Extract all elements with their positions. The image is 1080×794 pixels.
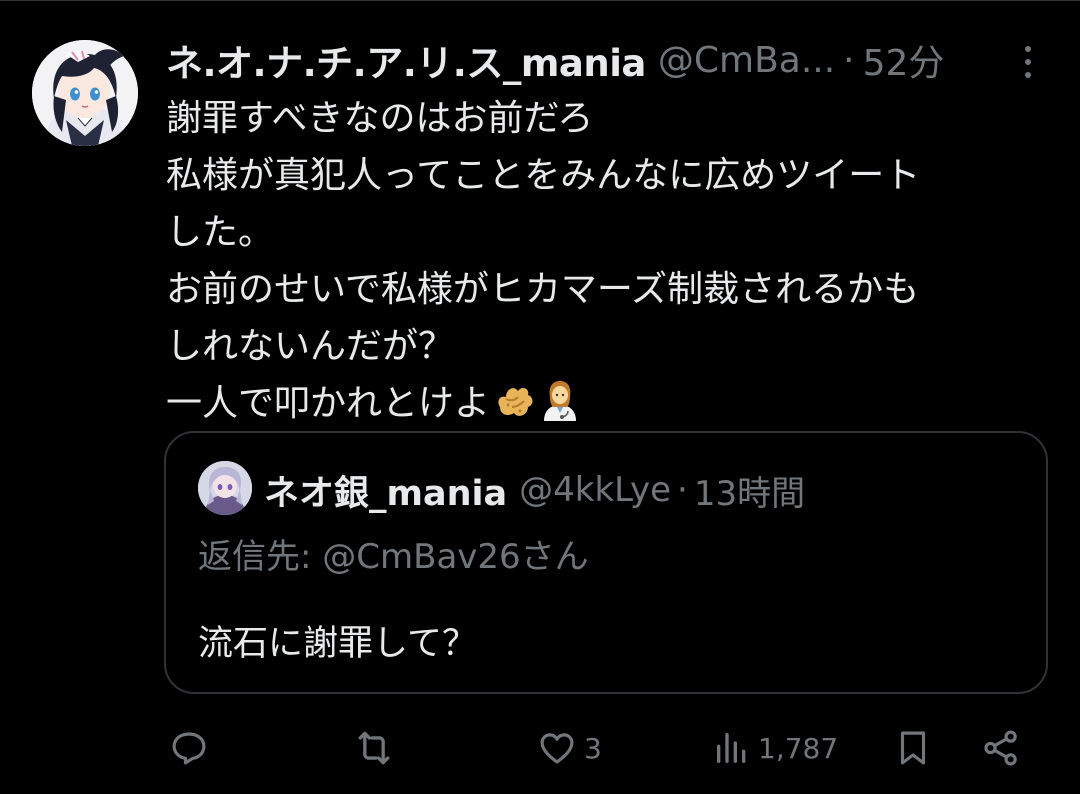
quoted-tweet-header: ネオ銀_mania @4kkLye · 13時間 [264, 465, 805, 515]
more-dot [1025, 46, 1031, 52]
retweet-button[interactable] [352, 716, 402, 780]
views-icon [717, 733, 746, 763]
reply-button[interactable] [168, 716, 216, 780]
tweet-timestamp[interactable]: 52分 [863, 34, 945, 86]
quoted-author-handle[interactable]: @4kkLye [519, 470, 671, 510]
tweet-text-fragment: 一人で叩かれとけよ [166, 383, 491, 424]
author-display-name[interactable]: ネ.オ.ナ.チ.ア.リ.ス_mania [166, 33, 646, 87]
quoted-tweet[interactable]: ネオ銀_mania @4kkLye · 13時間 返信先: @CmBav26さん… [164, 431, 1048, 694]
share-button[interactable] [980, 716, 1028, 780]
share-icon [984, 730, 1017, 766]
reply-to-label: 返信先: @CmBav26さん [198, 537, 589, 577]
quoted-author-avatar[interactable] [198, 461, 252, 515]
anime-character-avatar-icon [198, 461, 252, 515]
tweet-text-line: しれないんだが？ [166, 326, 455, 367]
retweet-icon [358, 731, 390, 765]
separator-dot: · [843, 39, 855, 81]
more-options-button[interactable] [1008, 40, 1048, 84]
like-button[interactable]: 3 [536, 716, 602, 780]
more-dot [1025, 59, 1031, 65]
tweet-text-line: 謝罪すべきなのはお前だろ [166, 98, 594, 139]
tweet-header: ネ.オ.ナ.チ.ア.リ.ス_mania @CmBa... · 52分 [166, 34, 1046, 86]
quoted-tweet-text: 流石に謝罪して？ [198, 624, 477, 664]
quoted-author-display-name[interactable]: ネオ銀_mania [264, 465, 507, 516]
tweet-text-line: お前のせいで私様がヒカマーズ制裁されるかも [166, 269, 920, 310]
separator-dot: · [677, 470, 688, 510]
quoted-tweet-timestamp[interactable]: 13時間 [694, 466, 805, 515]
views-count: 1,787 [758, 731, 839, 765]
views-button[interactable]: 1,787 [712, 716, 838, 780]
like-count: 3 [584, 731, 602, 765]
author-avatar[interactable] [32, 40, 138, 146]
author-handle[interactable]: @CmBa... [658, 40, 835, 81]
tweet-text-line: した。 [166, 212, 275, 253]
action-bar: 3 1,787 [0, 716, 1080, 780]
woman-health-worker-emoji-icon [538, 377, 582, 438]
more-dot [1025, 72, 1031, 78]
tweet[interactable]: ネ.オ.ナ.チ.ア.リ.ス_mania @CmBa... · 52分 謝罪すべき… [0, 0, 1080, 794]
heart-icon [540, 733, 574, 764]
bookmark-button[interactable] [892, 716, 940, 780]
ginger-emoji-icon [492, 377, 536, 438]
tweet-text-line: 私様が真犯人ってことをみんなに広めツイート [166, 155, 921, 196]
tweet-text: 謝罪すべきなのはお前だろ 私様が真犯人ってことをみんなに広めツイート した。 お… [166, 90, 1046, 438]
bookmark-icon [900, 731, 926, 765]
reply-icon [172, 732, 206, 765]
tweet-text-line-last: 一人で叩かれとけよ [166, 375, 1046, 438]
anime-girl-avatar-icon [32, 40, 138, 146]
